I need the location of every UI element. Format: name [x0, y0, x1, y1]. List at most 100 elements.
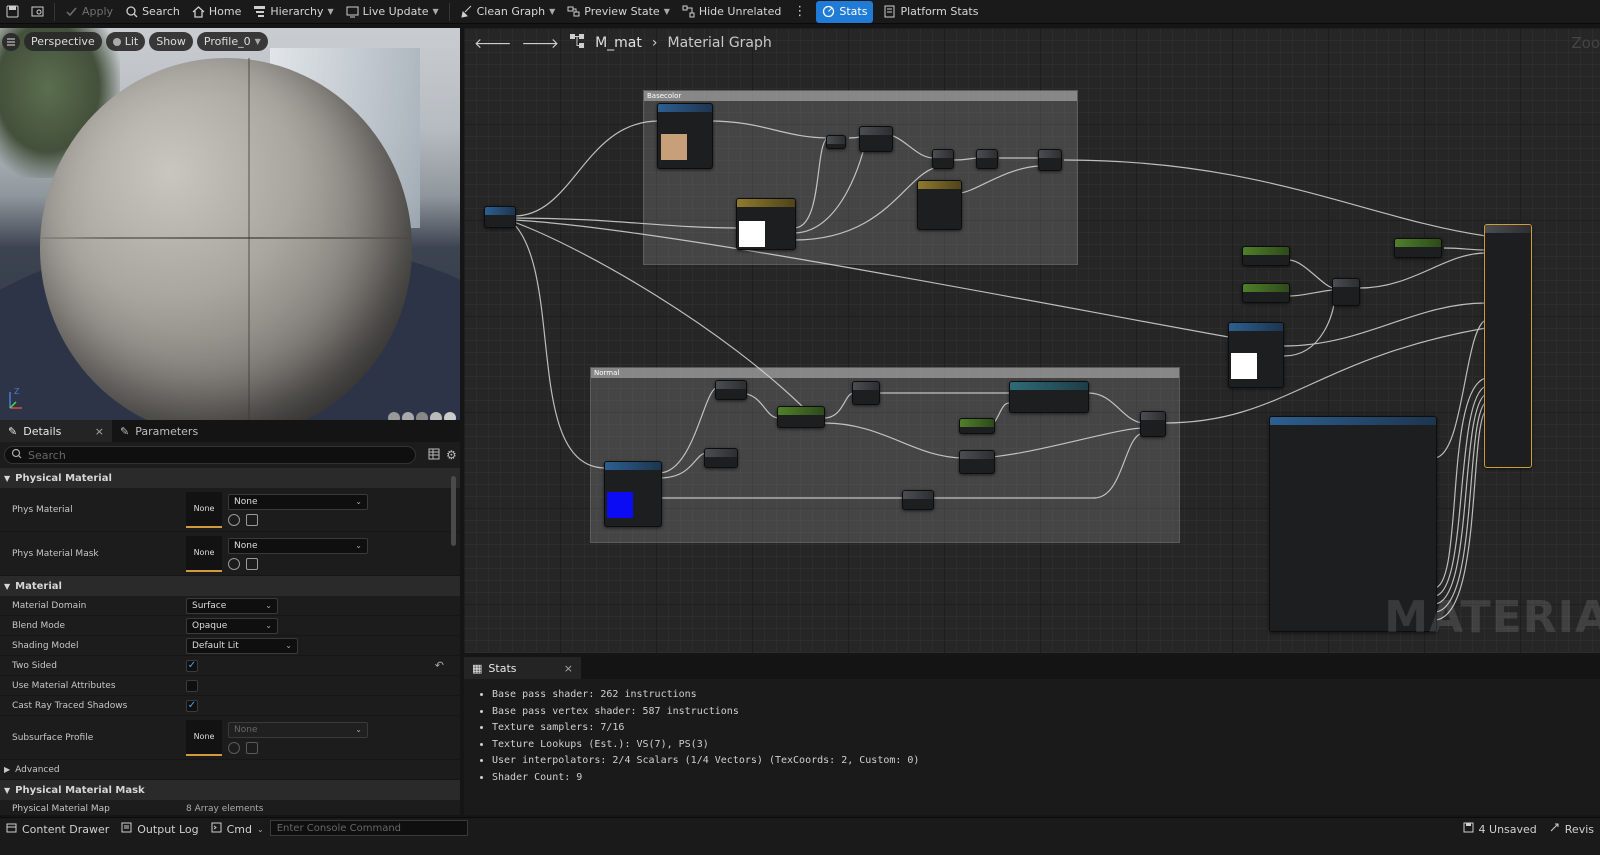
color-swatch: [739, 221, 765, 247]
settings-icon[interactable]: ⚙: [446, 448, 457, 462]
browse-folder-icon[interactable]: [246, 513, 258, 526]
category-physical-material-mask[interactable]: ▼ Physical Material Mask: [0, 780, 460, 800]
platform-stats-button[interactable]: Platform Stats: [877, 1, 984, 23]
reset-arrow-icon[interactable]: [228, 741, 240, 754]
cmd-dropdown[interactable]: Cmd ⌄: [205, 820, 270, 838]
asset-thumbnail[interactable]: None: [186, 535, 222, 572]
material-graph-canvas[interactable]: 🡐 🡒 M_mat › Material Graph Zoo Basecolor…: [464, 28, 1600, 653]
pencil-icon: ✎: [8, 424, 18, 438]
stats-button[interactable]: Stats: [816, 0, 874, 23]
stats-line: Texture Lookups (Est.): VS(7), PS(3): [492, 739, 1600, 756]
node-multiply[interactable]: [959, 450, 995, 474]
node-normal-texture[interactable]: [604, 461, 662, 527]
shading-model-combo[interactable]: Default Lit ⌄: [186, 637, 298, 654]
node-albedo-texture[interactable]: [657, 103, 713, 169]
node-custom-rotator[interactable]: [1009, 381, 1089, 413]
node-albedo-tint[interactable]: [917, 180, 962, 230]
apply-button[interactable]: Apply: [59, 1, 119, 23]
hierarchy-dropdown[interactable]: Hierarchy ▼: [247, 1, 339, 23]
save-button[interactable]: [0, 1, 25, 23]
stats-line: User interpolators: 2/4 Scalars (1/4 Vec…: [492, 755, 1600, 772]
console-input[interactable]: Enter Console Command: [269, 820, 468, 836]
unsaved-button[interactable]: 4 Unsaved: [1457, 820, 1543, 838]
category-physical-material[interactable]: ▼ Physical Material: [0, 468, 460, 488]
viewport-menu-button[interactable]: [2, 32, 20, 51]
preview-state-dropdown[interactable]: Preview State ▼: [561, 1, 676, 23]
tab-stats[interactable]: ▦ Stats ×: [464, 657, 581, 679]
material-domain-combo[interactable]: Surface ⌄: [186, 597, 278, 614]
home-button[interactable]: Home: [186, 1, 247, 23]
viewport-toolbar: Perspective Lit Show Profile_0 ▼: [0, 32, 268, 51]
asset-combo[interactable]: None ⌄: [228, 537, 368, 554]
node-math[interactable]: [826, 135, 846, 149]
cast-ray-traced-shadows-checkbox[interactable]: ✓: [186, 699, 198, 712]
profile-dropdown[interactable]: Profile_0 ▼: [196, 32, 268, 51]
node-multiply[interactable]: [932, 149, 954, 169]
node-texcoord[interactable]: [715, 380, 747, 400]
node-lerp[interactable]: [1332, 278, 1360, 306]
node-min-roughness[interactable]: [1242, 246, 1290, 266]
row-value: Opaque ⌄: [186, 617, 460, 634]
row-label: Phys Material Mask: [12, 548, 99, 559]
node-max-roughness[interactable]: [1242, 283, 1290, 303]
browse-button[interactable]: [25, 1, 50, 23]
table-view-icon[interactable]: [428, 448, 440, 463]
clean-graph-dropdown[interactable]: Clean Graph ▼: [454, 1, 562, 23]
row-value: None None ⌄: [186, 719, 460, 756]
asset-thumbnail[interactable]: None: [186, 491, 222, 528]
tab-details[interactable]: ✎ Details ×: [0, 420, 112, 442]
node-uv-tiling[interactable]: [484, 206, 516, 228]
use-material-attributes-checkbox[interactable]: [186, 679, 198, 692]
close-icon[interactable]: ×: [564, 662, 573, 675]
tab-parameters[interactable]: ✎ Parameters: [112, 420, 206, 442]
row-use-material-attributes: Use Material Attributes: [0, 676, 460, 696]
reset-to-default-icon[interactable]: ↶: [435, 659, 444, 672]
clean-graph-label: Clean Graph: [476, 5, 546, 18]
preview-sphere: [40, 58, 412, 428]
reset-arrow-icon[interactable]: [228, 557, 240, 570]
search-button[interactable]: Search: [119, 1, 186, 23]
asset-combo[interactable]: None ⌄: [228, 721, 368, 738]
node-header: [918, 181, 961, 189]
details-search-input[interactable]: Search: [4, 446, 416, 464]
node-material-result[interactable]: [1484, 224, 1532, 468]
blend-mode-combo[interactable]: Opaque ⌄: [186, 617, 278, 634]
row-advanced[interactable]: ▶ Advanced: [0, 760, 460, 780]
stats-label: Stats: [839, 5, 868, 18]
node-specular[interactable]: [1394, 238, 1442, 258]
node-append[interactable]: [1140, 411, 1166, 437]
node-multiply[interactable]: [976, 149, 998, 169]
material-preview-viewport[interactable]: Perspective Lit Show Profile_0 ▼ Z: [0, 28, 460, 428]
node-mask[interactable]: [902, 490, 934, 510]
more-options-button[interactable]: ⋮: [787, 1, 812, 23]
asset-thumbnail[interactable]: None: [186, 719, 222, 756]
lit-button[interactable]: Lit: [105, 32, 146, 51]
asset-combo[interactable]: None ⌄: [228, 493, 368, 510]
node-multiply[interactable]: [852, 381, 880, 405]
node-clamp[interactable]: [1038, 149, 1062, 171]
node-constant[interactable]: [959, 418, 995, 434]
output-log-button[interactable]: Output Log: [115, 820, 204, 838]
live-update-dropdown[interactable]: Live Update ▼: [340, 1, 445, 23]
chevron-down-icon: ⌄: [265, 601, 272, 610]
browse-folder-icon[interactable]: [246, 741, 258, 754]
two-sided-checkbox[interactable]: ✓: [186, 659, 198, 672]
content-drawer-button[interactable]: Content Drawer: [0, 820, 115, 838]
node-albedo-controls[interactable]: [736, 198, 796, 250]
hide-unrelated-button[interactable]: Hide Unrelated: [676, 1, 788, 23]
node-roughness-texture[interactable]: [1228, 322, 1284, 388]
row-phys-material: Phys Material None None ⌄: [0, 488, 460, 532]
browse-folder-icon[interactable]: [246, 557, 258, 570]
perspective-button[interactable]: Perspective: [24, 32, 102, 51]
node-normal-strength[interactable]: [777, 406, 825, 428]
category-material[interactable]: ▼ Material: [0, 576, 460, 596]
details-scrollbar[interactable]: [451, 476, 456, 546]
row-value: 8 Array elements: [186, 803, 264, 814]
node-mask[interactable]: [704, 448, 738, 468]
close-icon[interactable]: ×: [95, 425, 104, 438]
row-value: ✓: [186, 699, 460, 712]
node-desaturation[interactable]: [859, 126, 893, 152]
show-button[interactable]: Show: [149, 32, 193, 51]
revision-control-button[interactable]: Revis: [1543, 820, 1600, 838]
reset-arrow-icon[interactable]: [228, 513, 240, 526]
